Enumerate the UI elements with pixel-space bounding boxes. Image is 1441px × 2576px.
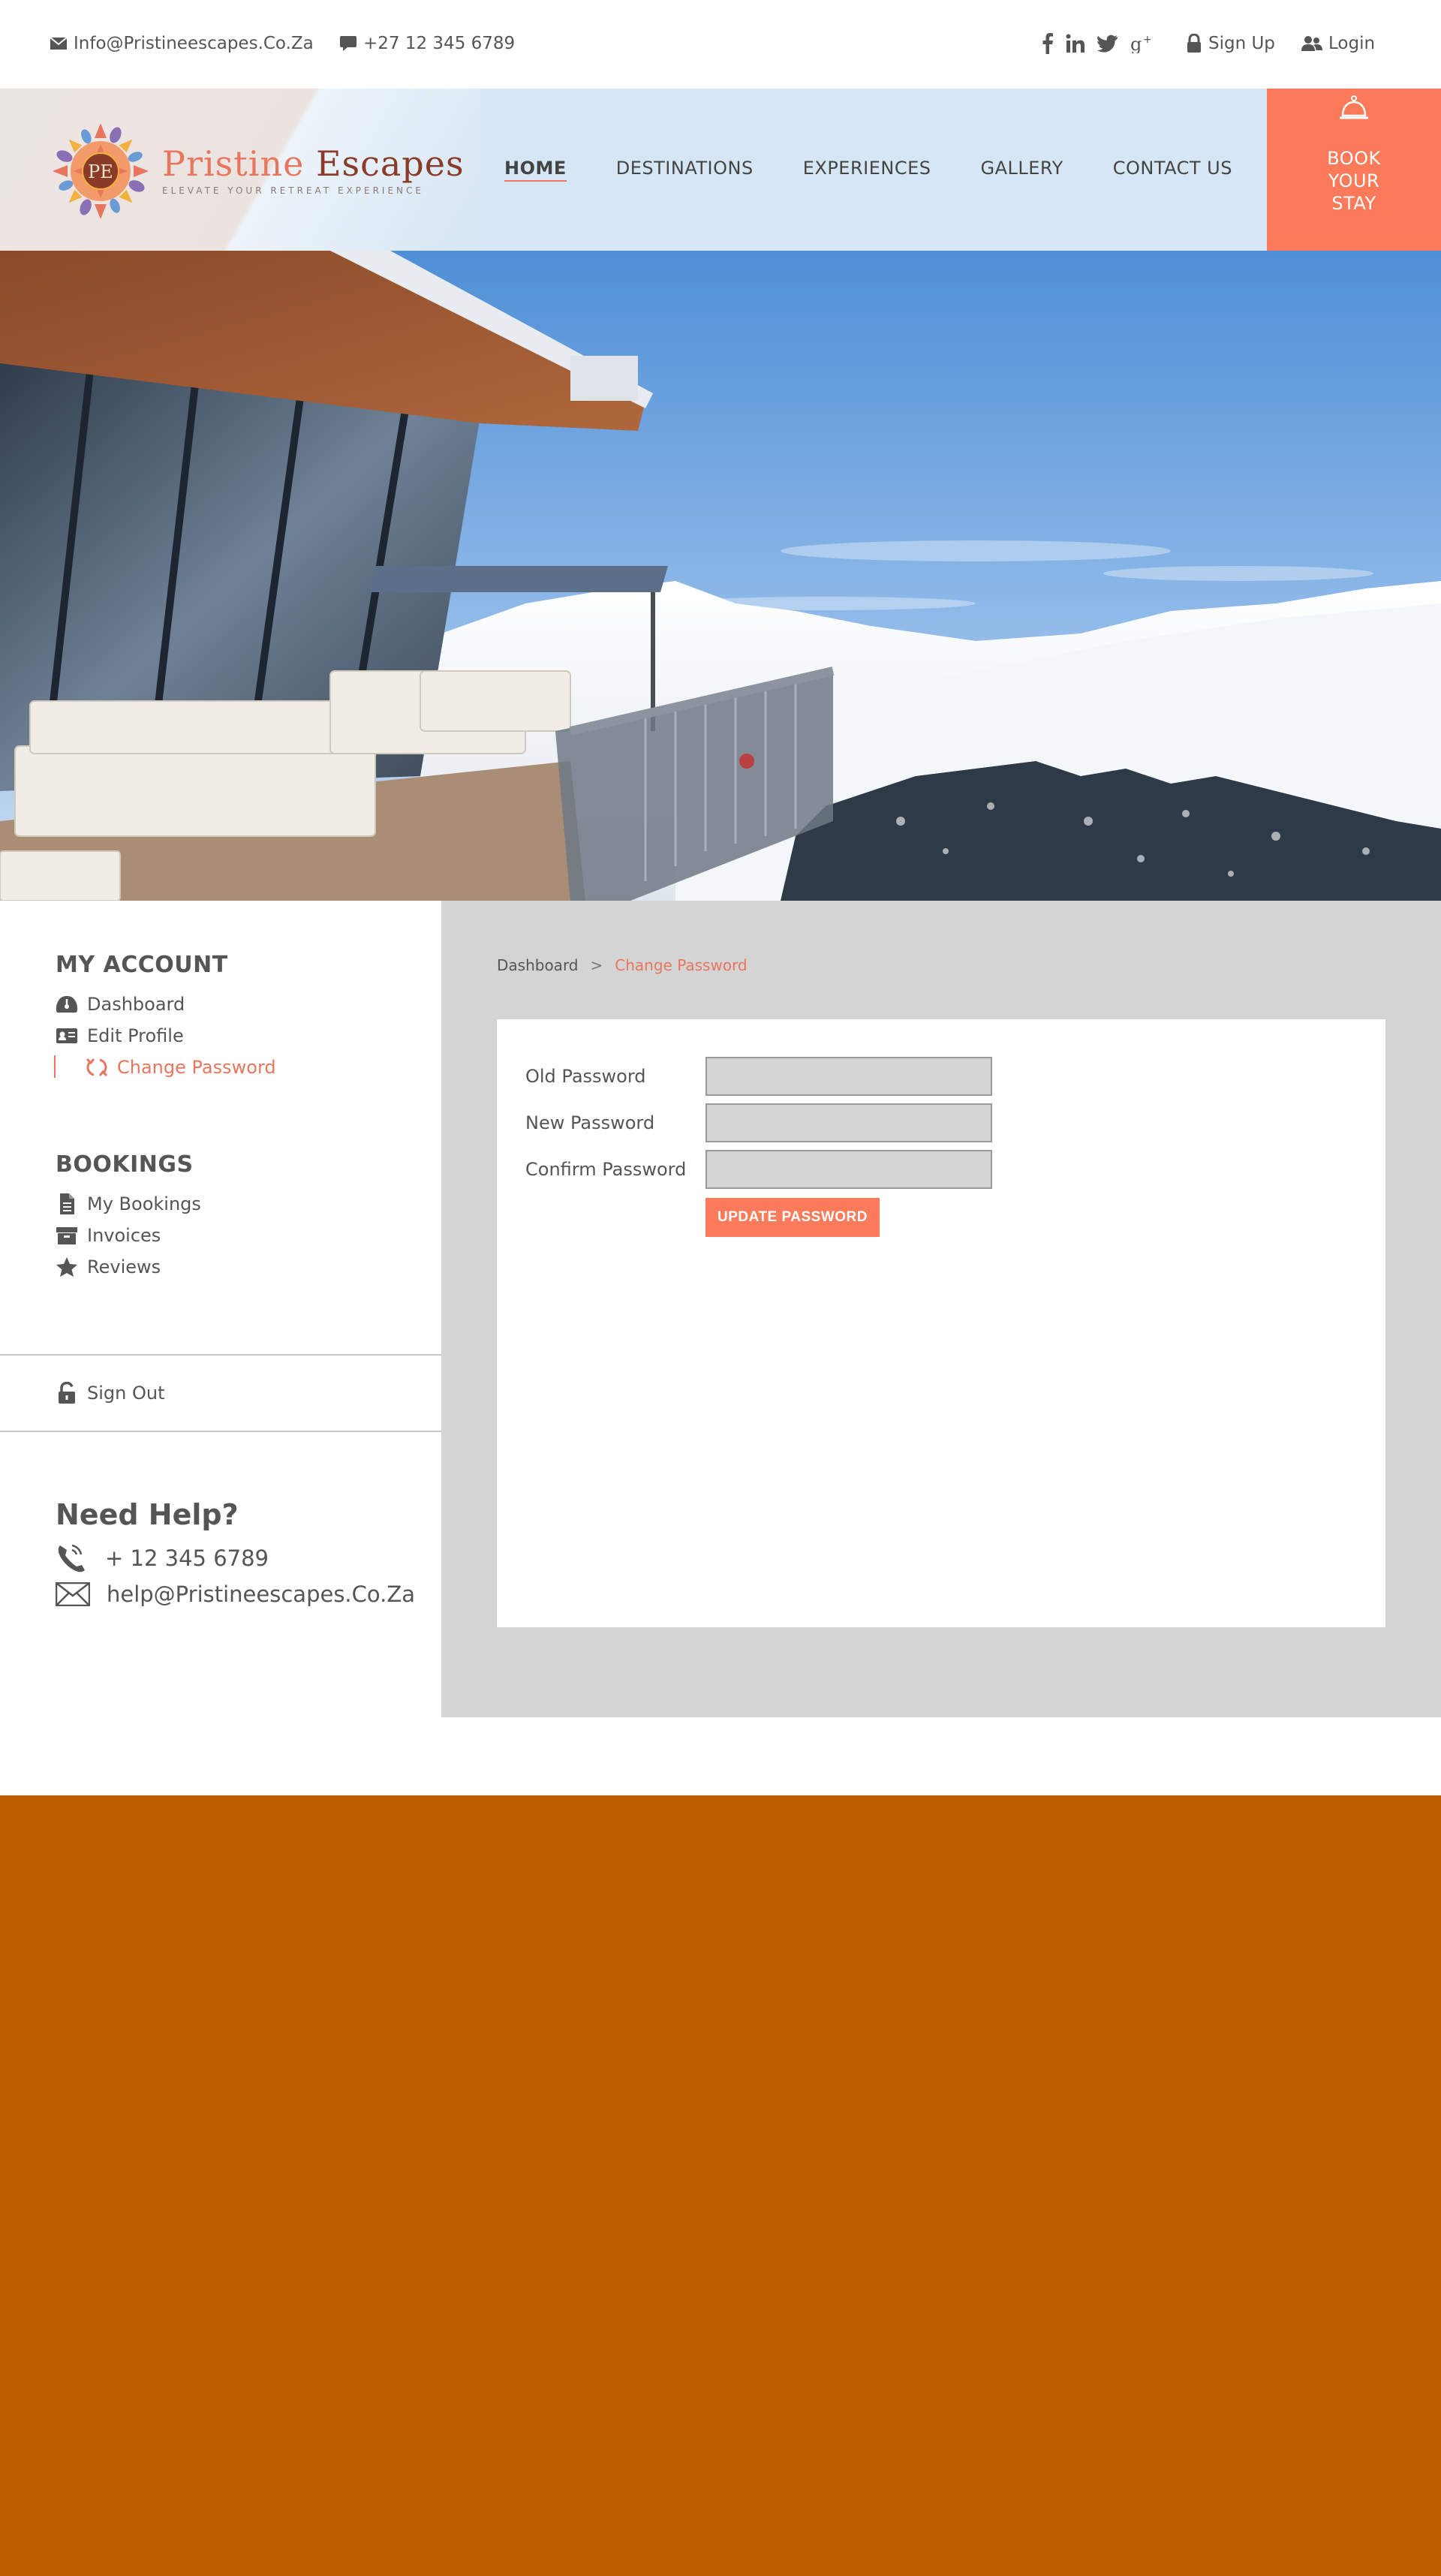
sidebar-item-label: Sign Out — [87, 1383, 165, 1404]
nav-home[interactable]: HOME — [504, 158, 567, 182]
dashboard-icon — [56, 996, 78, 1013]
site-header: PE Pristine Escapes ELEVATE YOUR RETREAT… — [0, 89, 1441, 251]
new-password-label: New Password — [525, 1112, 655, 1133]
new-password-input[interactable] — [705, 1103, 992, 1142]
google-plus-icon[interactable]: g + — [1130, 34, 1154, 53]
top-contact-bar: Info@Pristineescapes.Co.Za +27 12 345 67… — [0, 0, 1441, 89]
brand-tagline: ELEVATE YOUR RETREAT EXPERIENCE — [162, 185, 424, 196]
linkedin-icon[interactable] — [1066, 34, 1085, 53]
brand-text: Pristine Escapes ELEVATE YOUR RETREAT EX… — [162, 146, 465, 196]
book-line-2: YOUR — [1328, 170, 1380, 191]
sidebar-divider-top — [0, 1354, 441, 1356]
sidebar-item-dashboard[interactable]: Dashboard — [56, 991, 185, 1018]
help-phone-text: + 12 345 6789 — [105, 1545, 269, 1571]
nav-gallery[interactable]: GALLERY — [981, 158, 1063, 182]
breadcrumb-current: Change Password — [615, 956, 748, 974]
nav-contact[interactable]: CONTACT US — [1113, 158, 1232, 182]
chat-icon — [340, 36, 356, 51]
brand-name: Pristine Escapes — [162, 146, 465, 181]
book-line-3: STAY — [1331, 193, 1376, 214]
sidebar-item-sign-out[interactable]: Sign Out — [56, 1380, 165, 1407]
book-line-1: BOOK — [1327, 148, 1381, 169]
brand-logo[interactable]: PE Pristine Escapes ELEVATE YOUR RETREAT… — [48, 119, 465, 224]
top-email[interactable]: Info@Pristineescapes.Co.Za — [50, 30, 314, 57]
my-account-heading: MY ACCOUNT — [56, 952, 228, 978]
sidebar-item-reviews[interactable]: Reviews — [56, 1253, 161, 1280]
refresh-icon — [86, 1058, 108, 1077]
breadcrumb-separator: > — [590, 956, 603, 974]
id-card-icon — [56, 1028, 77, 1043]
sidebar-item-change-password[interactable]: Change Password — [86, 1054, 276, 1081]
sidebar-item-edit-profile[interactable]: Edit Profile — [56, 1022, 184, 1049]
sidebar-item-my-bookings[interactable]: My Bookings — [56, 1190, 201, 1217]
sidebar-item-label: Change Password — [117, 1057, 276, 1078]
unlock-icon — [59, 1382, 75, 1404]
nav-experiences[interactable]: EXPERIENCES — [803, 158, 931, 182]
nav-destinations[interactable]: DESTINATIONS — [616, 158, 754, 182]
help-email-text: help@Pristineescapes.Co.Za — [107, 1581, 415, 1607]
main-nav: HOME DESTINATIONS EXPERIENCES GALLERY CO… — [504, 158, 1282, 182]
top-phone[interactable]: +27 12 345 6789 — [339, 30, 515, 57]
sidebar-item-label: Reviews — [87, 1256, 161, 1277]
lock-icon — [1187, 34, 1201, 53]
breadcrumb: Dashboard > Change Password — [497, 956, 748, 974]
sidebar-item-label: Invoices — [87, 1225, 161, 1246]
book-your-stay-button[interactable]: BOOK YOUR STAY — [1267, 89, 1441, 251]
phone-icon — [58, 1544, 85, 1572]
signup-label: Sign Up — [1208, 34, 1275, 53]
facebook-icon[interactable] — [1042, 33, 1054, 54]
archive-box-icon — [56, 1227, 77, 1244]
confirm-password-label: Confirm Password — [525, 1159, 687, 1180]
book-label: BOOK YOUR STAY — [1267, 147, 1441, 215]
signup-link[interactable]: Sign Up — [1186, 30, 1275, 57]
document-icon — [60, 1193, 74, 1214]
confirm-password-input[interactable] — [705, 1150, 992, 1189]
users-icon — [1301, 36, 1322, 51]
breadcrumb-dashboard[interactable]: Dashboard — [497, 956, 579, 974]
brand-name-part1: Pristine — [162, 143, 316, 184]
sidebar-item-invoices[interactable]: Invoices — [56, 1222, 161, 1249]
hero-image — [0, 251, 1441, 901]
top-phone-text: +27 12 345 6789 — [363, 34, 516, 53]
help-email[interactable]: help@Pristineescapes.Co.Za — [56, 1578, 415, 1611]
old-password-input[interactable] — [705, 1057, 992, 1096]
top-email-text: Info@Pristineescapes.Co.Za — [74, 34, 314, 53]
confirm-password-row: Confirm Password — [525, 1150, 992, 1189]
new-password-row: New Password — [525, 1103, 992, 1142]
need-help-heading: Need Help? — [56, 1498, 239, 1531]
sidebar-item-label: Dashboard — [87, 994, 185, 1015]
envelope-icon — [56, 1582, 90, 1606]
sidebar-item-label: My Bookings — [87, 1193, 201, 1214]
old-password-row: Old Password — [525, 1057, 992, 1096]
footer-band — [0, 1795, 1441, 2576]
login-label: Login — [1328, 34, 1376, 53]
old-password-label: Old Password — [525, 1066, 646, 1087]
social-links: g + — [1042, 30, 1154, 57]
envelope-icon — [50, 37, 68, 50]
sidebar-divider-bottom — [0, 1431, 441, 1432]
update-password-button[interactable]: UPDATE PASSWORD — [705, 1198, 880, 1237]
twitter-icon[interactable] — [1097, 35, 1118, 53]
star-icon — [56, 1257, 77, 1277]
active-indicator — [54, 1055, 56, 1078]
brand-name-part2: Escapes — [315, 143, 465, 184]
logo-monogram: PE — [88, 161, 113, 182]
svg-text:+: + — [1143, 34, 1152, 46]
help-phone[interactable]: + 12 345 6789 — [56, 1542, 269, 1575]
svg-text:g: g — [1130, 34, 1142, 53]
bookings-heading: BOOKINGS — [56, 1151, 194, 1178]
login-link[interactable]: Login — [1301, 30, 1375, 57]
logo-mandala-icon: PE — [53, 123, 149, 219]
hero-mountain-lodge-illustration — [0, 251, 1441, 901]
sidebar-item-label: Edit Profile — [87, 1025, 184, 1046]
service-bell-icon — [1340, 95, 1368, 119]
